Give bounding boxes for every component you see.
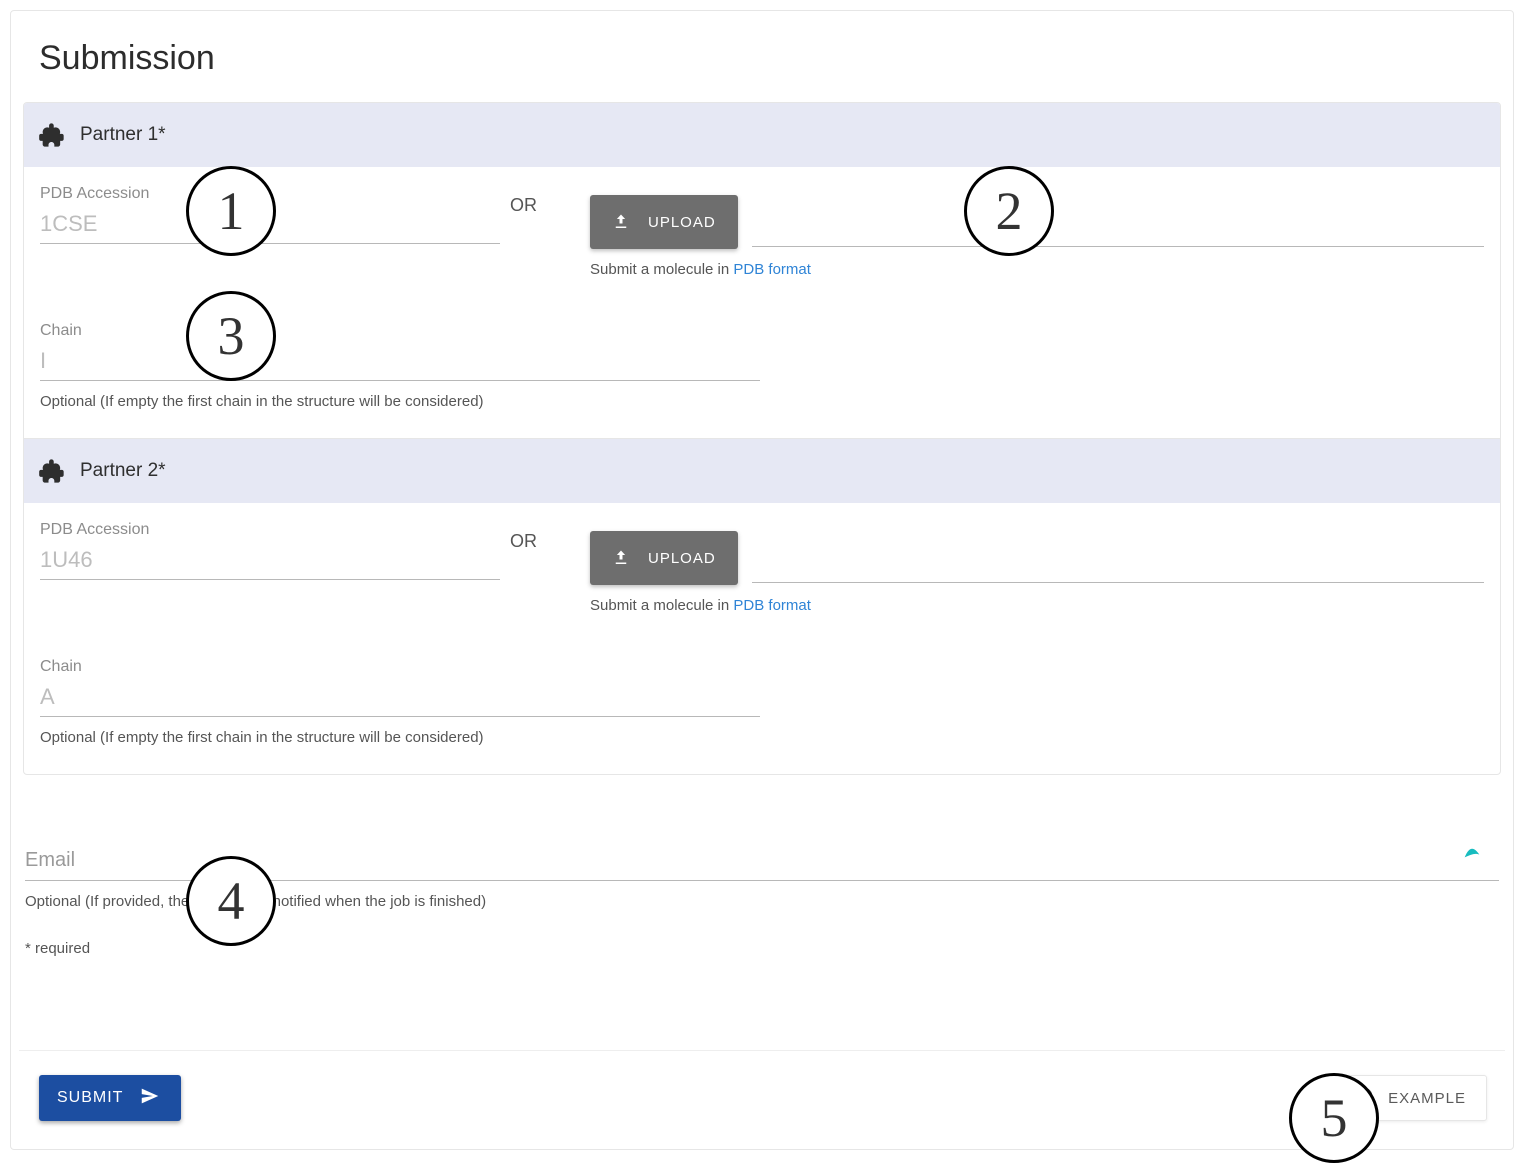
- upload-icon: [612, 549, 630, 567]
- partner2-header: Partner 2*: [24, 438, 1500, 503]
- partners-box: Partner 1* PDB Accession OR: [23, 102, 1501, 775]
- partner1-header: Partner 1*: [24, 103, 1500, 167]
- required-note: * required: [25, 940, 1499, 957]
- info-icon: [1354, 1086, 1374, 1110]
- partner1-pdb-format-link[interactable]: PDB format: [733, 261, 811, 278]
- page-title: Submission: [39, 39, 1505, 78]
- partner2-upload-underline: [752, 582, 1484, 583]
- puzzle-icon: [38, 121, 66, 149]
- partner1-upload-button[interactable]: UPLOAD: [590, 195, 738, 249]
- puzzle-icon: [38, 457, 66, 485]
- partner1-upload-label: UPLOAD: [648, 214, 716, 231]
- example-button[interactable]: EXAMPLE: [1333, 1075, 1487, 1121]
- partner2-upload-hint: Submit a molecule in PDB format: [590, 597, 1484, 614]
- email-hint: Optional (If provided, the user will be …: [25, 893, 1499, 910]
- partner1-upload-hint-prefix: Submit a molecule in: [590, 261, 733, 278]
- partner1-chain-hint: Optional (If empty the first chain in th…: [40, 393, 760, 410]
- partner2-title: Partner 2*: [80, 460, 166, 482]
- partner2-chain-input[interactable]: [40, 682, 760, 717]
- send-icon: [139, 1085, 161, 1112]
- partner1-body: PDB Accession OR UPLOAD: [24, 167, 1500, 438]
- upload-icon: [612, 213, 630, 231]
- partner1-upload-hint: Submit a molecule in PDB format: [590, 261, 1484, 278]
- partner1-chain-label: Chain: [40, 322, 760, 340]
- partner1-upload-underline: [752, 246, 1484, 247]
- partner2-pdb-input[interactable]: [40, 545, 500, 580]
- partner2-upload-hint-prefix: Submit a molecule in: [590, 597, 733, 614]
- partner1-or-label: OR: [510, 185, 590, 216]
- submit-label: SUBMIT: [57, 1089, 123, 1107]
- partner1-pdb-label: PDB Accession: [40, 185, 500, 203]
- example-label: EXAMPLE: [1388, 1090, 1466, 1107]
- partner2-chain-label: Chain: [40, 658, 760, 676]
- partner1-chain-input[interactable]: [40, 346, 760, 381]
- partner2-body: PDB Accession OR UPLOAD: [24, 503, 1500, 774]
- partner2-chain-hint: Optional (If empty the first chain in th…: [40, 729, 760, 746]
- partner2-upload-label: UPLOAD: [648, 550, 716, 567]
- email-input[interactable]: [25, 845, 1499, 881]
- partner2-upload-button[interactable]: UPLOAD: [590, 531, 738, 585]
- partner1-title: Partner 1*: [80, 124, 166, 146]
- decor-icon: [1461, 839, 1483, 866]
- partner1-pdb-input[interactable]: [40, 209, 500, 244]
- footer: SUBMIT EXAMPLE: [19, 1050, 1505, 1139]
- submission-card: Submission Partner 1* PDB Accession OR: [10, 10, 1514, 1150]
- email-block: Optional (If provided, the user will be …: [25, 845, 1499, 910]
- partner2-pdb-format-link[interactable]: PDB format: [733, 597, 811, 614]
- submit-button[interactable]: SUBMIT: [39, 1075, 181, 1121]
- partner2-or-label: OR: [510, 521, 590, 552]
- partner2-pdb-label: PDB Accession: [40, 521, 500, 539]
